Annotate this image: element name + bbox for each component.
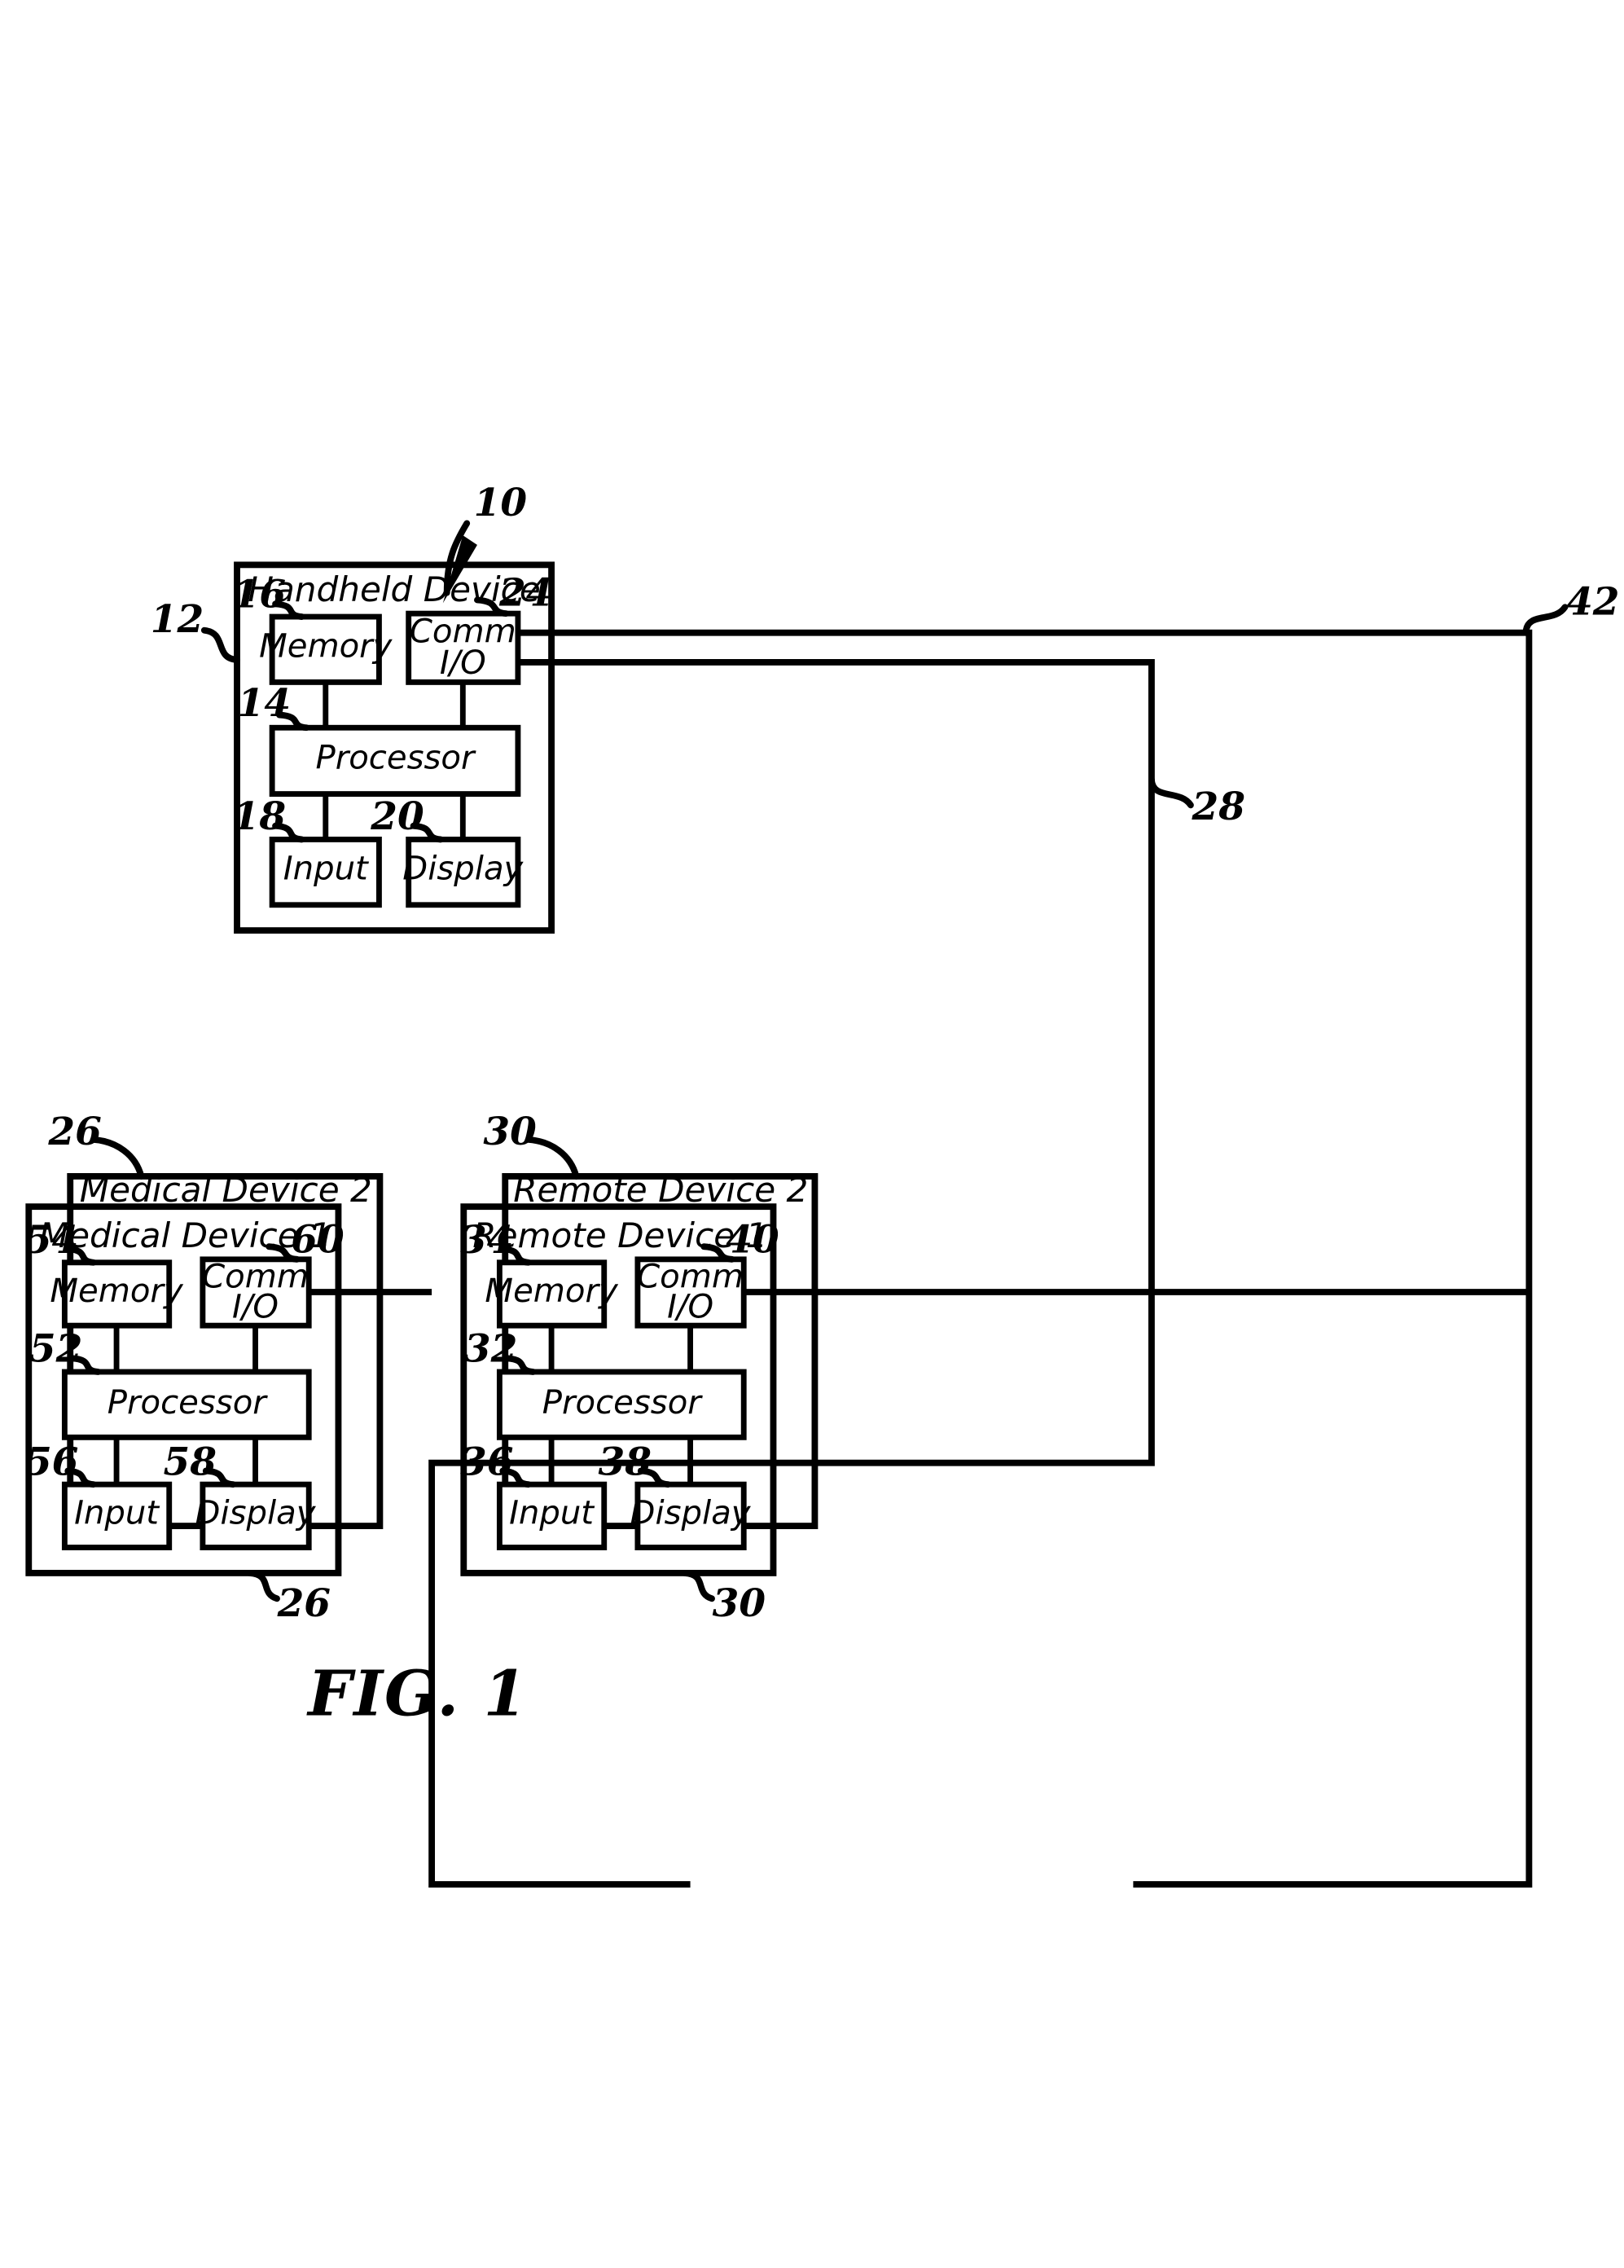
ref-number-36: 36 [460, 1440, 513, 1485]
link-28-ref-group: 28 [1148, 776, 1245, 829]
ref-number-58: 58 [163, 1440, 216, 1485]
patent-figure-page: 10 Handheld Device 12 Memory 16 Comm I/O… [0, 0, 1624, 2268]
medical-26-top-ref-group: 26 [47, 1110, 145, 1180]
ref-number-60: 60 [291, 1217, 345, 1262]
remote-30-top-ref-group: 30 [483, 1110, 580, 1180]
ref-number-54: 54 [25, 1218, 78, 1263]
remote-30-bottom-ref-group: 30 [681, 1569, 766, 1626]
medical-display-ref-group: 58 [163, 1440, 237, 1488]
ref-number-10: 10 [474, 481, 528, 525]
ref-number-34: 34 [460, 1218, 513, 1263]
ref-number-28: 28 [1192, 785, 1245, 829]
remote-comm-io-label-line2: I/O [667, 1289, 713, 1326]
handheld-comm-io-label-line2: I/O [440, 644, 486, 682]
ref-number-40: 40 [726, 1217, 779, 1262]
ref-number-24: 24 [498, 571, 552, 616]
remote-input-label: Input [509, 1494, 595, 1532]
ref-number-30-bottom: 30 [713, 1581, 766, 1626]
figure-scale-group: 10 Handheld Device 12 Memory 16 Comm I/O… [25, 481, 1620, 1888]
medical-processor-label: Processor [108, 1384, 268, 1422]
remote-30-bottom-leader [681, 1569, 715, 1602]
remote-device-1-title: Remote Device 1 [472, 1215, 767, 1255]
remote-processor-label: Processor [542, 1384, 703, 1422]
handheld-processor-label: Processor [316, 739, 476, 776]
handheld-memory-label: Memory [259, 627, 393, 665]
ref-number-18: 18 [233, 794, 286, 839]
figure-caption: FIG. 1 [306, 1658, 529, 1731]
ref-number-26-top: 26 [47, 1110, 101, 1154]
medical-comm-io-label-line2: I/O [232, 1289, 279, 1326]
handheld-input-label: Input [283, 850, 369, 888]
link-42-leader [1522, 604, 1569, 636]
ref-number-56: 56 [25, 1440, 78, 1485]
handheld-display-label: Display [402, 850, 524, 888]
ref-number-52: 52 [29, 1326, 82, 1371]
handheld-input-ref-group: 18 [233, 794, 305, 843]
medical-input-ref-group: 56 [25, 1440, 97, 1488]
ref-number-38: 38 [599, 1440, 652, 1485]
ref-number-16: 16 [233, 573, 286, 618]
medical-26-bottom-leader [246, 1569, 280, 1602]
medical-26-bottom-ref-group: 26 [246, 1569, 331, 1626]
link-42-ref-group: 42 [1522, 579, 1620, 636]
remote-processor-ref-group: 32 [464, 1326, 537, 1375]
ref-number-42: 42 [1566, 579, 1619, 624]
ref-number-26-bottom: 26 [277, 1581, 331, 1626]
medical-display-label: Display [195, 1494, 317, 1532]
medical-processor-ref-group: 52 [29, 1326, 102, 1375]
handheld-display-ref-group: 20 [370, 794, 444, 843]
remote-memory-label: Memory [485, 1272, 619, 1310]
handheld-ref-leader [200, 626, 240, 663]
medical-input-label: Input [74, 1494, 160, 1532]
ref-number-20: 20 [370, 794, 424, 839]
link-28-leader [1148, 776, 1194, 809]
figure-canvas: 10 Handheld Device 12 Memory 16 Comm I/O… [25, 481, 1620, 1888]
remote-display-label: Display [630, 1494, 752, 1532]
handheld-device-title: Handheld Device [248, 569, 540, 609]
handheld-ref-leader-group: 12 [151, 597, 240, 663]
ref-number-30-top: 30 [483, 1110, 537, 1154]
ref-number-14: 14 [238, 681, 291, 726]
medical-device-1-title: Medical Device 1 [39, 1215, 331, 1255]
ref-number-12: 12 [151, 597, 204, 642]
ref-number-32: 32 [464, 1326, 517, 1371]
handheld-processor-ref-group: 14 [238, 681, 310, 732]
medical-memory-label: Memory [50, 1272, 184, 1310]
